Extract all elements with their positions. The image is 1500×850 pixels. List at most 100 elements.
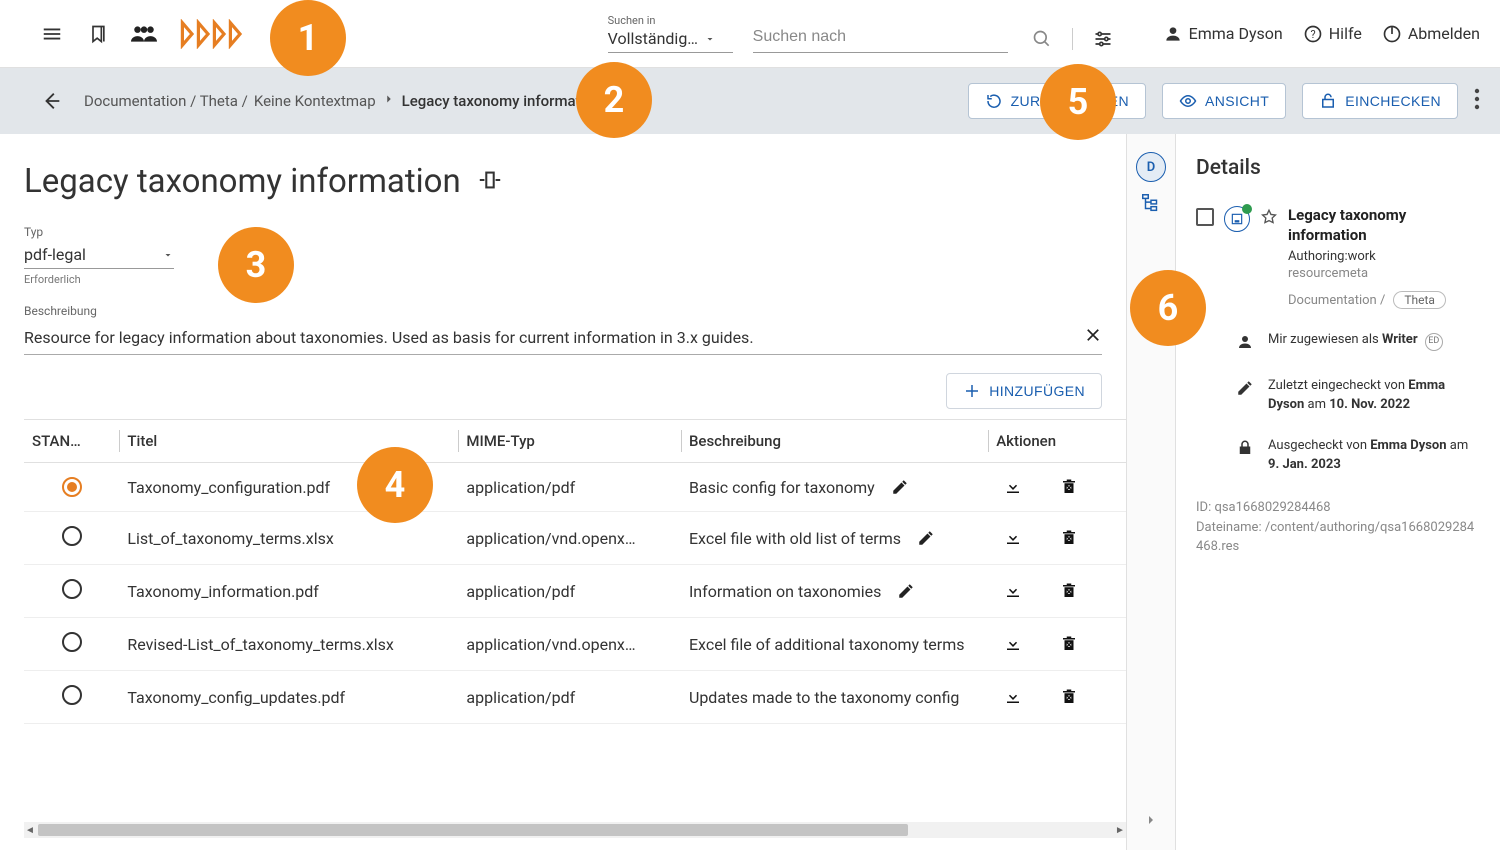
chevron-down-icon (704, 33, 716, 45)
history-icon (985, 92, 1003, 110)
description-label: Beschreibung (24, 304, 1102, 318)
help-label: Hilfe (1329, 24, 1362, 43)
search-scope-label: Suchen in (608, 14, 733, 27)
scroll-left-icon[interactable]: ◄ (24, 824, 36, 836)
scroll-right-icon[interactable]: ► (1114, 824, 1126, 836)
logout-link[interactable]: Abmelden (1382, 24, 1480, 44)
search-input[interactable] (753, 22, 1008, 53)
type-select[interactable]: pdf-legal (24, 241, 174, 269)
col-desc[interactable]: Beschreibung (681, 420, 988, 463)
delete-icon[interactable] (1060, 635, 1078, 653)
col-mime[interactable]: MIME-Typ (458, 420, 681, 463)
person-icon (1236, 333, 1254, 355)
download-icon[interactable] (1004, 582, 1022, 600)
search-icon[interactable] (1028, 25, 1056, 53)
details-checkout: Ausgecheckt von Emma Dyson am 9. Jan. 20… (1268, 437, 1480, 475)
file-table: STAN… Titel MIME-Typ Beschreibung Aktion… (24, 419, 1126, 838)
edit-icon[interactable] (917, 529, 935, 547)
description-input[interactable]: Resource for legacy information about ta… (24, 320, 1102, 355)
details-meta: ID: qsa1668029284468 Dateiname: /content… (1196, 498, 1480, 557)
edit-icon[interactable] (891, 478, 909, 496)
details-status: Authoring:work (1288, 249, 1480, 264)
download-icon[interactable] (1004, 529, 1022, 547)
breadcrumb-bar: Documentation / Theta / Keine Kontextmap… (0, 68, 1500, 134)
svg-text:?: ? (1310, 28, 1315, 41)
search-scope-dropdown[interactable]: Suchen in Vollständig… (608, 14, 733, 53)
view-button[interactable]: ANSICHT (1162, 83, 1286, 119)
download-icon[interactable] (1004, 688, 1022, 706)
scrollbar-thumb[interactable] (38, 824, 908, 836)
row-mime: application/pdf (458, 671, 681, 724)
rail-tab-tree[interactable] (1140, 192, 1162, 218)
delete-icon[interactable] (1060, 478, 1078, 496)
row-mime: application/pdf (458, 565, 681, 618)
person-icon (1163, 24, 1183, 44)
row-radio[interactable] (62, 685, 82, 705)
row-radio[interactable] (62, 477, 82, 497)
side-rail: D (1126, 134, 1175, 850)
bookmark-icon[interactable] (84, 20, 112, 48)
details-path-chip[interactable]: Theta (1393, 291, 1446, 309)
row-desc: Basic config for taxonomy (681, 463, 988, 512)
download-icon[interactable] (1004, 478, 1022, 496)
rail-tab-details[interactable]: D (1136, 152, 1166, 182)
plus-icon (963, 382, 981, 400)
delete-icon[interactable] (1060, 529, 1078, 547)
horizontal-scrollbar[interactable]: ◄ ► (24, 822, 1126, 838)
row-mime: application/vnd.openx… (458, 618, 681, 671)
eye-icon (1179, 92, 1197, 110)
table-row: Revised-List_of_taxonomy_terms.xlsxappli… (24, 618, 1126, 671)
details-heading: Details (1196, 156, 1480, 180)
breadcrumb-no-contextmap[interactable]: Keine Kontextmap (254, 92, 376, 110)
file-type-icon (1224, 206, 1250, 232)
annotation-6: 6 (1130, 270, 1206, 346)
user-menu[interactable]: Emma Dyson (1163, 24, 1283, 44)
page-title: Legacy taxonomy information (24, 162, 461, 201)
row-title: Revised-List_of_taxonomy_terms.xlsx (119, 618, 458, 671)
row-radio[interactable] (62, 632, 82, 652)
tune-icon[interactable] (1089, 25, 1117, 53)
col-standard[interactable]: STAN… (24, 420, 119, 463)
type-value: pdf-legal (24, 245, 86, 264)
help-link[interactable]: ? Hilfe (1303, 24, 1362, 44)
divider (1072, 28, 1073, 50)
details-panel: Details Legacy taxonomy information Auth… (1175, 134, 1500, 850)
edit-icon[interactable] (897, 582, 915, 600)
lock-icon (1236, 439, 1254, 461)
rail-collapse-icon[interactable] (1143, 812, 1159, 832)
annotation-2: 2 (576, 62, 652, 138)
chevron-down-icon (162, 249, 174, 261)
row-desc: Information on taxonomies (681, 565, 988, 618)
details-last-checkin: Zuletzt eingecheckt von Emma Dyson am 10… (1268, 377, 1480, 415)
rename-icon[interactable] (477, 169, 503, 195)
delete-icon[interactable] (1060, 582, 1078, 600)
back-icon[interactable] (38, 87, 66, 115)
table-row: Taxonomy_information.pdfapplication/pdfI… (24, 565, 1126, 618)
row-title: Taxonomy_information.pdf (119, 565, 458, 618)
annotation-4: 4 (357, 447, 433, 523)
unlock-icon (1319, 92, 1337, 110)
clear-icon[interactable] (1084, 326, 1102, 348)
details-path-prefix: Documentation / (1288, 293, 1385, 308)
top-header: Suchen in Vollständig… Emma Dyson ? Hilf… (0, 0, 1500, 68)
search-scope-value: Vollständig… (608, 29, 698, 48)
avatar-mini: ED (1425, 333, 1443, 351)
download-icon[interactable] (1004, 635, 1022, 653)
breadcrumb: Documentation / Theta / Keine Kontextmap… (84, 92, 601, 110)
add-button[interactable]: HINZUFÜGEN (946, 373, 1102, 409)
more-menu[interactable] (1474, 88, 1480, 114)
row-radio[interactable] (62, 526, 82, 546)
people-icon[interactable] (130, 20, 158, 48)
menu-icon[interactable] (38, 20, 66, 48)
description-value: Resource for legacy information about ta… (24, 328, 1076, 347)
checkin-button[interactable]: EINCHECKEN (1302, 83, 1458, 119)
breadcrumb-path[interactable]: Documentation / Theta / (84, 92, 248, 110)
row-radio[interactable] (62, 579, 82, 599)
content-area: Legacy taxonomy information Typ pdf-lega… (0, 134, 1126, 850)
delete-icon[interactable] (1060, 688, 1078, 706)
table-row: Taxonomy_config_updates.pdfapplication/p… (24, 671, 1126, 724)
table-row: List_of_taxonomy_terms.xlsxapplication/v… (24, 512, 1126, 565)
details-checkbox[interactable] (1196, 208, 1214, 226)
star-icon[interactable] (1260, 208, 1278, 230)
logout-label: Abmelden (1408, 24, 1480, 43)
